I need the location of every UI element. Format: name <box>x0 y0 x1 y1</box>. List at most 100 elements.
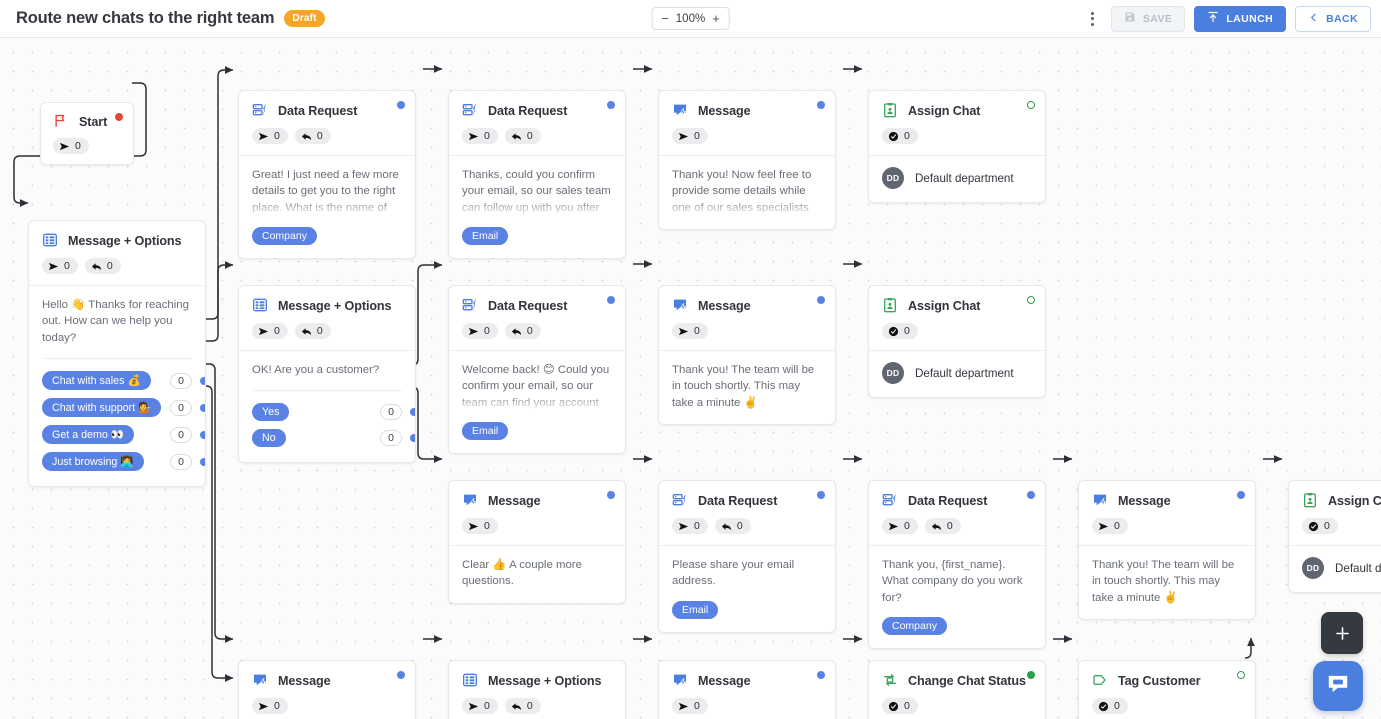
node-assign-chat-sales[interactable]: Assign Chat 0 DD Default department <box>868 90 1046 203</box>
add-node-button[interactable] <box>1321 612 1363 654</box>
output-port[interactable] <box>607 296 615 304</box>
data-request-icon <box>462 102 479 119</box>
node-assign-chat-new[interactable]: Assign Chat 0 DD Default department <box>1288 480 1381 593</box>
back-button[interactable]: BACK <box>1295 6 1371 32</box>
node-header: Data Request <box>449 91 625 119</box>
zoom-out-button[interactable]: − <box>661 12 669 25</box>
output-port[interactable] <box>817 671 825 679</box>
output-port[interactable] <box>1027 671 1035 679</box>
option-output-port[interactable] <box>410 408 416 416</box>
output-port[interactable] <box>1237 671 1245 679</box>
flow-canvas[interactable]: Start 0 Message + Options 0 0 <box>0 38 1381 719</box>
node-message-clear[interactable]: Message 0 Clear 👍 A couple more question… <box>448 480 626 604</box>
node-data-request-email-sales[interactable]: Data Request 0 0 Thanks, could you confi… <box>448 90 626 259</box>
node-title: Data Request <box>278 104 357 118</box>
node-stats: 0 0 <box>449 314 625 350</box>
output-port[interactable] <box>817 296 825 304</box>
message-icon <box>672 297 689 314</box>
option-row[interactable]: Chat with sales 💰 0 <box>42 371 192 390</box>
field-tag: Email <box>462 422 508 440</box>
chat-widget-button[interactable] <box>1313 661 1363 711</box>
avatar: DD <box>882 167 904 189</box>
node-start[interactable]: Start 0 <box>40 102 134 165</box>
sent-count: 0 <box>484 700 490 712</box>
node-header: Message <box>659 91 835 119</box>
page-title: Route new chats to the right team <box>16 9 274 28</box>
message-text: OK! Are you a customer? <box>252 362 402 378</box>
node-anything-else[interactable]: Message + Options 0 0 Can I help you wit… <box>448 660 626 719</box>
output-port[interactable] <box>607 101 615 109</box>
assign-chat-icon <box>1302 492 1319 509</box>
zoom-control[interactable]: − 100% + <box>651 7 730 30</box>
node-stats: 0 0 <box>29 249 205 285</box>
option-output-port[interactable] <box>410 434 416 442</box>
sent-count: 0 <box>904 520 910 532</box>
sent-count: 0 <box>274 325 280 337</box>
output-port[interactable] <box>397 671 405 679</box>
option-output-port[interactable] <box>200 431 206 439</box>
node-body: DD Default department <box>1289 545 1381 592</box>
completed-count: 0 <box>1324 520 1330 532</box>
message-text: Thanks, could you confirm your email, so… <box>462 167 612 216</box>
reply-count: 0 <box>947 520 953 532</box>
option-count: 0 <box>170 454 192 470</box>
output-port[interactable] <box>115 113 123 121</box>
output-port[interactable] <box>817 491 825 499</box>
node-data-request-company-new[interactable]: Data Request 0 0 Thank you, {first_name}… <box>868 480 1046 649</box>
option-output-port[interactable] <box>200 458 206 466</box>
node-change-chat-status[interactable]: Change Chat Status 0 Closed <box>868 660 1046 719</box>
reply-stat: 0 <box>295 128 331 144</box>
output-port[interactable] <box>1027 491 1035 499</box>
output-port[interactable] <box>607 491 615 499</box>
option-row[interactable]: Just browsing 🧑‍💻 0 <box>42 452 192 471</box>
node-customer-options[interactable]: Message + Options 0 0 OK! Are you a cust… <box>238 285 416 463</box>
message-text: Please share your email address. <box>672 557 822 590</box>
zoom-in-button[interactable]: + <box>712 12 720 25</box>
node-title: Data Request <box>698 494 777 508</box>
node-message-support-team[interactable]: Message 0 Thank you! The team will be in… <box>658 285 836 425</box>
node-message-book[interactable]: Message 0 That's cool. Feel free to book… <box>238 660 416 719</box>
node-message-team-touch[interactable]: Message 0 Thank you! The team will be in… <box>1078 480 1256 620</box>
node-title: Data Request <box>488 299 567 313</box>
reply-count: 0 <box>527 700 533 712</box>
node-header: Message + Options <box>449 661 625 689</box>
option-output-port[interactable] <box>200 404 206 412</box>
sent-count: 0 <box>484 325 490 337</box>
reply-stat: 0 <box>505 698 541 714</box>
node-welcome-options[interactable]: Message + Options 0 0 Hello 👋 Thanks for… <box>28 220 206 487</box>
message-icon <box>1092 492 1109 509</box>
option-row[interactable]: Yes 0 <box>252 403 402 421</box>
message-text: Thank you! Now feel free to provide some… <box>672 167 822 216</box>
node-stats: 0 0 <box>659 509 835 545</box>
output-port[interactable] <box>397 101 405 109</box>
sent-stat: 0 <box>462 698 498 714</box>
sent-stat: 0 <box>672 128 708 144</box>
output-port[interactable] <box>1237 491 1245 499</box>
sent-stat: 0 <box>672 698 708 714</box>
reply-stat: 0 <box>505 323 541 339</box>
more-options-icon[interactable] <box>1084 8 1102 30</box>
output-port[interactable] <box>1027 296 1035 304</box>
node-title: Data Request <box>908 494 987 508</box>
completed-stat: 0 <box>882 128 918 144</box>
node-data-request-email-support[interactable]: Data Request 0 0 Welcome back! 😊 Could y… <box>448 285 626 454</box>
node-body: Thank you! The team will be in touch sho… <box>1079 545 1255 619</box>
save-button[interactable]: SAVE <box>1111 6 1185 32</box>
node-data-request-company[interactable]: Data Request 0 0 Great! I just need a fe… <box>238 90 416 259</box>
option-row[interactable]: Chat with support 💁 0 <box>42 398 192 417</box>
launch-button[interactable]: LAUNCH <box>1194 6 1286 32</box>
node-message-goodbye[interactable]: Message 0 Ok. Have a good one 😇 <box>658 660 836 719</box>
node-header: Data Request <box>659 481 835 509</box>
option-label: Just browsing 🧑‍💻 <box>42 452 144 471</box>
upload-icon <box>1207 11 1219 26</box>
node-message-sales-specialist[interactable]: Message 0 Thank you! Now feel free to pr… <box>658 90 836 230</box>
node-data-request-email-new[interactable]: Data Request 0 0 Please share your email… <box>658 480 836 633</box>
sent-count: 0 <box>64 260 70 272</box>
node-tag-customer[interactable]: Tag Customer 0 DEMO <box>1078 660 1256 719</box>
output-port[interactable] <box>1027 101 1035 109</box>
option-output-port[interactable] <box>200 377 206 385</box>
output-port[interactable] <box>817 101 825 109</box>
option-row[interactable]: No 0 <box>252 429 402 447</box>
node-assign-chat-support[interactable]: Assign Chat 0 DD Default department <box>868 285 1046 398</box>
option-row[interactable]: Get a demo 👀 0 <box>42 425 192 444</box>
